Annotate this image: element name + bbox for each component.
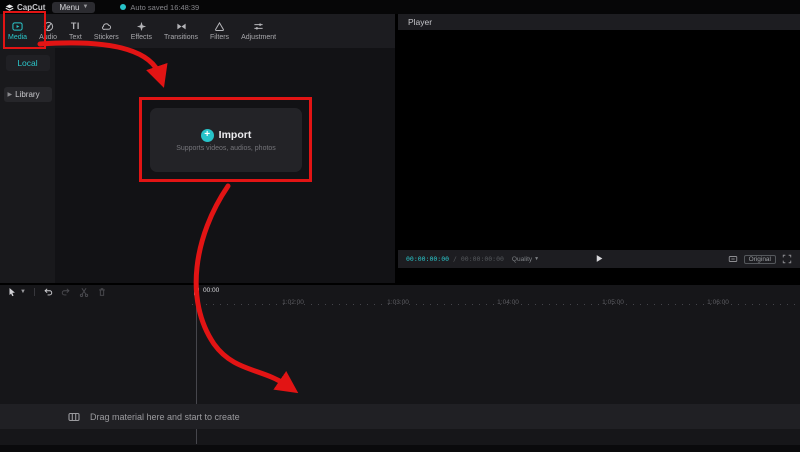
tab-filters[interactable]: Filters [204, 14, 235, 48]
player-title: Player [408, 17, 433, 27]
menu-label: Menu [59, 2, 80, 12]
select-tool-icon[interactable] [7, 287, 17, 297]
quality-dropdown[interactable]: Quality ▼ [512, 256, 539, 263]
sidebar-item-library[interactable]: ▶ Library [3, 87, 52, 102]
ruler-label: 1:04:00 [497, 299, 519, 306]
tab-label: Filters [210, 34, 230, 41]
tab-label: Transitions [164, 34, 198, 41]
timeline-bottom-strip [0, 445, 800, 452]
plus-icon: + [200, 128, 214, 142]
tab-text[interactable]: TI Text [63, 14, 88, 48]
timeline-panel: ▼ 1:02:00 1:03:00 1:04:00 1:05:00 1:06:0… [0, 285, 800, 452]
stickers-icon [101, 23, 111, 30]
chevron-down-icon: ▼ [534, 256, 540, 262]
tab-stickers[interactable]: Stickers [88, 14, 125, 48]
tab-label: Audio [39, 34, 57, 41]
effects-icon [136, 21, 146, 32]
playhead-time: 00:00 [203, 287, 220, 294]
ruler-label: 1:06:00 [707, 299, 729, 306]
redo-icon[interactable] [61, 287, 71, 297]
ruler-label: 1:02:00 [282, 299, 304, 306]
quality-label: Quality [511, 255, 533, 263]
toolbar-divider [33, 287, 35, 296]
media-icon [12, 22, 23, 31]
player-controls: 00:00:00:00 / 00:00:00:00 Quality ▼ Orig… [398, 250, 800, 268]
filters-icon [215, 21, 224, 32]
undo-icon[interactable] [43, 287, 53, 297]
ratio-icon[interactable] [728, 254, 738, 264]
library-label: Library [15, 90, 40, 99]
play-icon [596, 255, 603, 262]
tab-media[interactable]: Media [2, 14, 33, 48]
total-duration: / 00:00:00:00 [453, 255, 504, 263]
sidebar-item-local[interactable]: Local [5, 55, 50, 71]
capcut-window: CapCut Menu ▼ Auto saved 16:48:39 Media … [0, 0, 800, 452]
media-content-area: + Import Supports videos, audios, photos [55, 48, 395, 283]
split-icon[interactable] [79, 287, 89, 297]
play-button[interactable] [595, 250, 604, 268]
autosave-text: Auto saved 16:48:39 [130, 2, 200, 12]
ruler-label: 1:05:00 [602, 299, 624, 306]
ruler-label: 1:03:00 [387, 299, 409, 306]
tab-transitions[interactable]: Transitions [158, 14, 204, 48]
chevron-down-icon[interactable]: ▼ [20, 289, 26, 295]
drag-hint-text: Drag material here and start to create [90, 411, 240, 422]
film-strip-icon [68, 412, 80, 421]
player-panel: Player 00:00:00:00 / 00:00:00:00 Quality… [398, 14, 800, 283]
autosave-dot-icon [120, 4, 127, 10]
adjustment-icon [254, 23, 263, 30]
tab-label: Effects [130, 34, 153, 41]
menu-button[interactable]: Menu ▼ [52, 1, 96, 13]
delete-icon[interactable] [97, 287, 107, 297]
tab-label: Adjustment [241, 34, 277, 41]
top-bar: CapCut Menu ▼ Auto saved 16:48:39 [0, 0, 800, 14]
media-panel: Media Audio TI Text Stickers Effects Tra… [0, 14, 395, 283]
text-icon: TI [70, 21, 80, 31]
app-name: CapCut [17, 2, 46, 12]
timeline-toolbar: ▼ [0, 285, 800, 298]
player-header: Player [398, 14, 800, 30]
tab-label: Stickers [93, 34, 119, 41]
timeline-ruler[interactable]: 1:02:00 1:03:00 1:04:00 1:05:00 1:06:00 [0, 298, 800, 310]
video-viewport [398, 30, 800, 250]
tab-audio[interactable]: Audio [33, 14, 63, 48]
media-sidebar: Local ▶ Library [0, 48, 55, 283]
current-time: 00:00:00:00 [406, 255, 450, 263]
import-button-label[interactable]: Import [219, 129, 252, 141]
track-drop-area[interactable]: Drag material here and start to create [0, 404, 800, 429]
fullscreen-icon[interactable] [782, 254, 792, 264]
import-hint-text: Supports videos, audios, photos [176, 144, 276, 152]
tab-label: Media [8, 34, 28, 41]
expand-arrow-icon: ▶ [7, 92, 13, 98]
chevron-down-icon: ▼ [82, 4, 89, 10]
tab-effects[interactable]: Effects [125, 14, 158, 48]
ribbon-tabs: Media Audio TI Text Stickers Effects Tra… [0, 14, 395, 48]
audio-icon [43, 21, 53, 32]
original-resolution-button[interactable]: Original [743, 254, 776, 264]
capcut-logo: CapCut [5, 3, 45, 12]
transitions-icon [176, 23, 186, 30]
autosave-status: Auto saved 16:48:39 [120, 3, 199, 12]
import-dropzone[interactable]: + Import Supports videos, audios, photos [150, 108, 302, 172]
capcut-logo-icon [5, 4, 14, 11]
tab-label: Text [68, 34, 82, 41]
playhead-handle[interactable] [194, 287, 199, 296]
tab-adjustment[interactable]: Adjustment [235, 14, 282, 48]
